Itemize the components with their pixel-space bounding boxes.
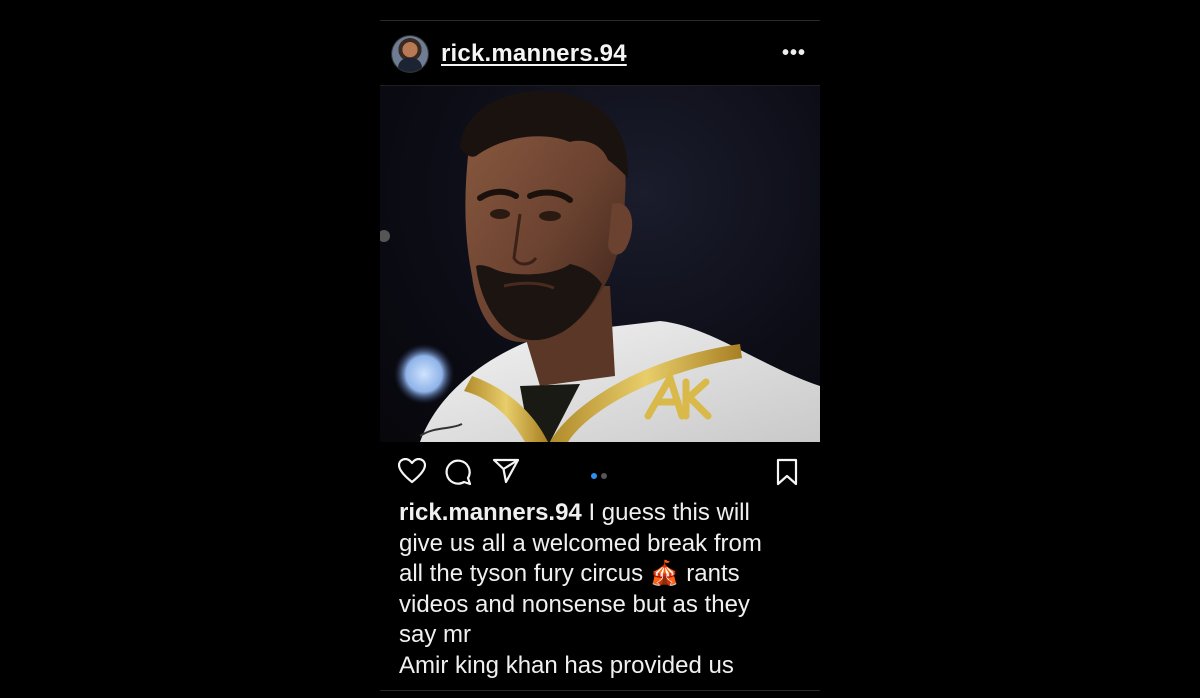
ellipsis-icon[interactable]: •••: [782, 42, 806, 65]
instagram-post: rick.manners.94 ••• rick.manners.94 I gu…: [380, 0, 820, 698]
caption-line: all the tyson fury circus 🎪 rants: [399, 560, 740, 587]
post-caption: rick.manners.94 I guess this will give u…: [399, 498, 799, 681]
caption-line: rick.manners.94 I guess this will: [399, 498, 799, 529]
caption-line: give us all a welcomed break from: [399, 529, 762, 557]
bookmark-icon[interactable]: [776, 458, 798, 486]
caption-line: say mr: [399, 621, 471, 648]
divider: [380, 690, 820, 691]
send-icon[interactable]: [492, 458, 520, 484]
comment-icon[interactable]: [444, 458, 472, 486]
post-image[interactable]: [380, 86, 820, 442]
boxer-photo: [380, 91, 820, 442]
post-header: rick.manners.94 •••: [380, 34, 820, 78]
caption-text: I guess this will: [581, 499, 750, 526]
caption-line: videos and nonsense but as they: [399, 590, 750, 618]
carousel-dot: [601, 473, 607, 479]
caption-username[interactable]: rick.manners.94: [399, 499, 582, 526]
avatar[interactable]: [392, 36, 428, 72]
heart-icon[interactable]: [398, 458, 426, 484]
post-actions: [380, 454, 820, 488]
carousel-dot-active: [591, 473, 597, 479]
caption-line: Amir king khan has provided us: [399, 651, 734, 679]
carousel-indicator: [591, 466, 611, 479]
divider: [380, 20, 820, 21]
post-username[interactable]: rick.manners.94: [441, 40, 627, 68]
